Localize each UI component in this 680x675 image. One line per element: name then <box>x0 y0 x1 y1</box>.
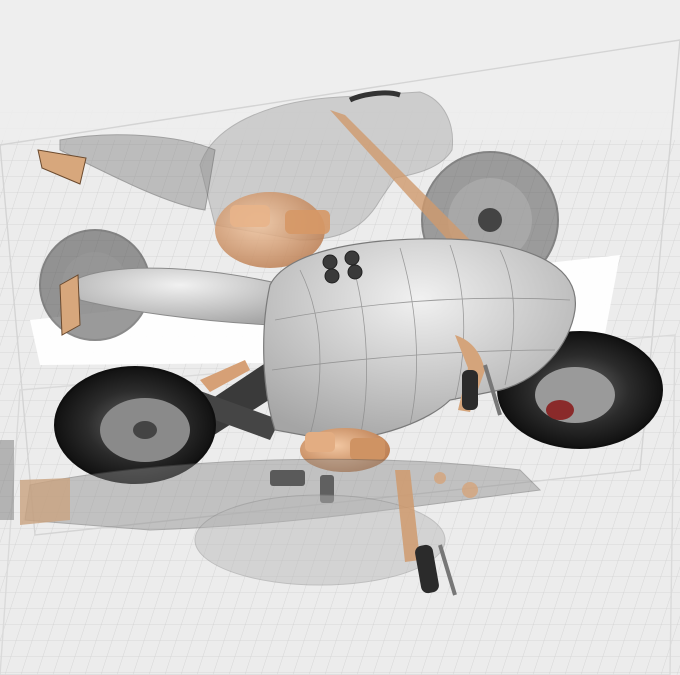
edge-fragment <box>0 440 14 520</box>
cad-viewport <box>0 0 680 675</box>
viewport-canvas <box>0 0 680 675</box>
top-rear-plate <box>59 274 81 336</box>
